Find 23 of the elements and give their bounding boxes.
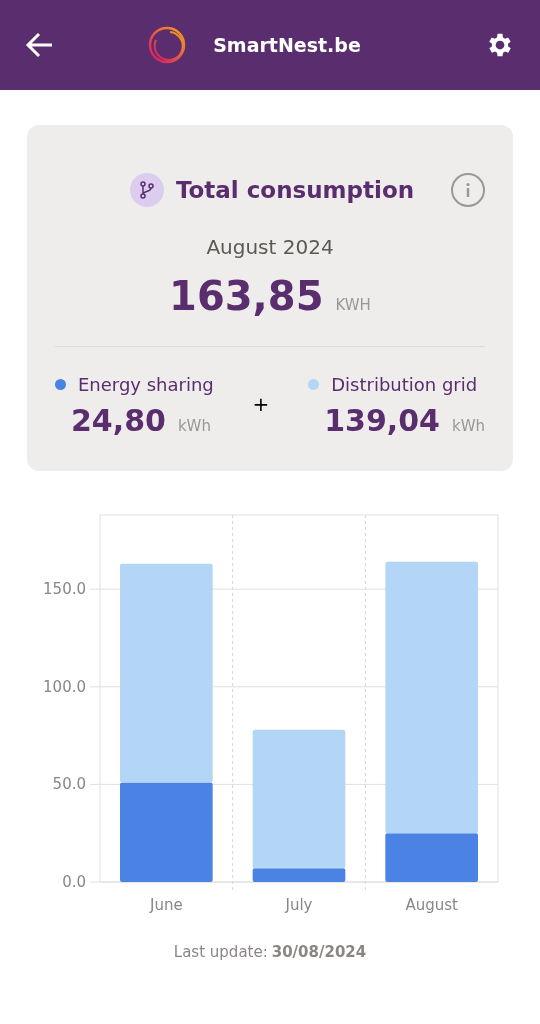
axis-label: July [285,895,313,914]
info-icon [465,182,471,199]
card-title: Total consumption [175,176,415,205]
total-value: 163,85 [169,271,324,321]
part-value: 139,04 [324,401,440,440]
unit-label: kWh [177,415,211,437]
part-value: 24,80 [71,401,166,440]
update-date: 30/08/2024 [271,941,367,963]
unit-label: kWh [451,415,485,437]
axis-label: June [150,895,183,914]
axis-label: 100.0 [43,677,86,696]
update-label: Last update: [173,941,268,963]
axis-label: 150.0 [43,579,86,598]
branch-icon [129,173,164,208]
unit-label: KWH [335,294,371,316]
axis-label: August [405,895,458,914]
plus-sign: + [252,390,270,418]
axis-label: 0.0 [62,872,86,891]
app-title: SmartNest.be [213,32,361,58]
legend-label: Distribution grid [331,372,478,397]
axis-label: 50.0 [52,774,86,793]
period-label: August 2024 [206,233,334,261]
legend-label: Energy sharing [78,372,214,397]
